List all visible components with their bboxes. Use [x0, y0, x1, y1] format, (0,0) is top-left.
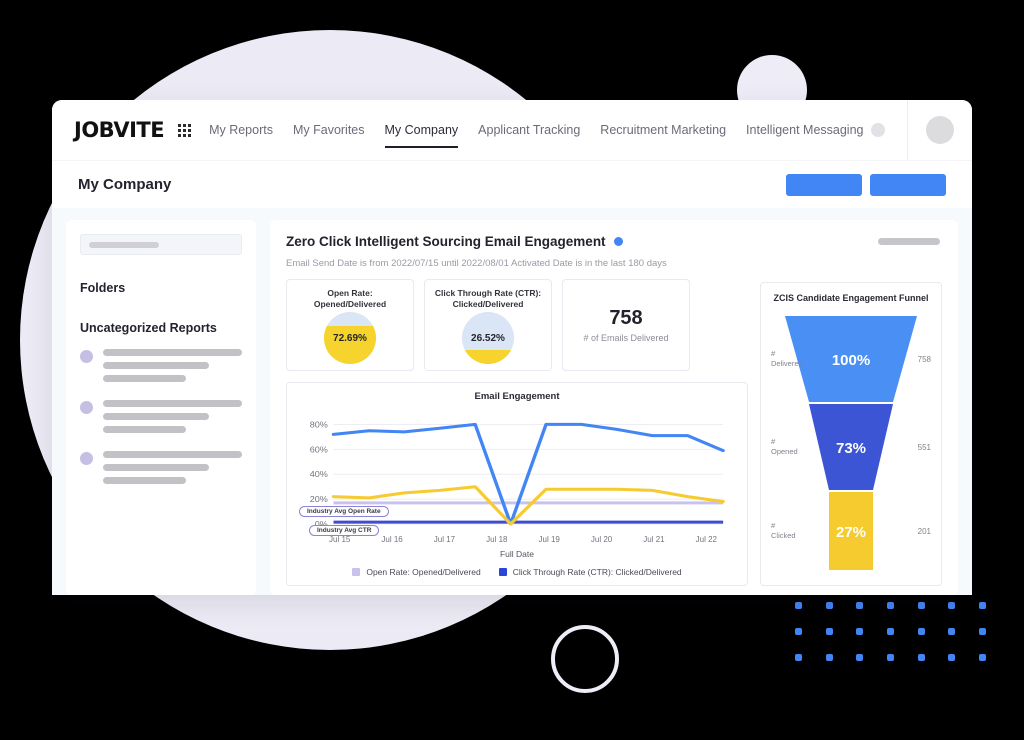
x-tick-label: Jul 17: [433, 535, 456, 544]
chart-legend: Open Rate: Opened/Delivered Click Throug…: [295, 567, 739, 577]
emails-delivered-value: 758: [609, 307, 643, 329]
x-tick-label: Jul 19: [538, 535, 560, 544]
primary-action-button-2[interactable]: [870, 173, 946, 196]
nav-item-recruitment-marketing[interactable]: Recruitment Marketing: [600, 100, 726, 160]
jobvite-logo[interactable]: JOBVITE: [74, 118, 165, 142]
sidebar-heading-uncategorized: Uncategorized Reports: [80, 321, 217, 335]
funnel-chart-card: ZCIS Candidate Engagement Funnel 100% 73%…: [760, 282, 942, 586]
chart-x-axis-title: Full Date: [499, 549, 534, 559]
page-title: My Company: [78, 176, 172, 193]
reference-label-industry-avg-open-rate: Industry Avg Open Rate: [299, 505, 389, 517]
legend-label: Click Through Rate (CTR): Clicked/Delive…: [512, 567, 682, 577]
funnel-stage-count: 551: [917, 442, 931, 452]
legend-label: Open Rate: Opened/Delivered: [366, 567, 481, 577]
funnel-stage-label: # Delivered: [771, 348, 803, 368]
emails-delivered-label: # of Emails Delivered: [583, 333, 669, 343]
funnel-plot-area: 100% 73% 27% # Delivered 758 # Opened 551 # Click…: [769, 312, 933, 570]
screenshot-root: JOBVITE My Reports My Favorites My Compa…: [0, 0, 1024, 740]
app-window: JOBVITE My Reports My Favorites My Compa…: [52, 100, 972, 595]
sidebar-report-list: [80, 349, 242, 484]
notification-dot-icon[interactable]: [871, 123, 885, 137]
legend-item-ctr[interactable]: Click Through Rate (CTR): Clicked/Delive…: [498, 567, 682, 577]
svg-text:80%: 80%: [310, 420, 329, 429]
ctr-pie-chart: 26.52%: [462, 312, 514, 365]
kpi-card-ctr: Click Through Rate (CTR): Clicked/Deliver…: [424, 279, 552, 371]
list-item[interactable]: [80, 400, 242, 433]
bullet-icon: [80, 350, 93, 363]
svg-text:73%: 73%: [836, 440, 866, 457]
nav-divider: [907, 100, 908, 160]
search-placeholder-skeleton: [89, 241, 159, 248]
chart-plot-area: 0%20%40%60%80% Industry Avg Open Rate In…: [295, 406, 739, 537]
report-title-row: Zero Click Intelligent Sourcing Email En…: [286, 234, 942, 249]
open-rate-pie-chart: 72.69%: [324, 312, 376, 365]
ctr-value: 26.52%: [471, 332, 505, 344]
sidebar: Folders Uncategorized Reports: [66, 220, 256, 595]
legend-item-open-rate[interactable]: Open Rate: Opened/Delivered: [352, 567, 481, 577]
nav-item-my-reports[interactable]: My Reports: [209, 100, 273, 160]
search-input[interactable]: [80, 234, 242, 255]
nav-item-my-company[interactable]: My Company: [384, 100, 458, 160]
funnel-stage-label: # Opened: [771, 436, 798, 456]
kpi-card-emails-delivered: 758 # of Emails Delivered: [562, 279, 690, 371]
list-item-skeleton: [103, 349, 242, 382]
x-tick-label: Jul 22: [695, 535, 717, 544]
top-navigation-bar: JOBVITE My Reports My Favorites My Compa…: [52, 100, 972, 160]
primary-action-button-1[interactable]: [786, 173, 862, 196]
x-tick-label: Jul 15: [329, 535, 351, 544]
page-header-actions: [786, 173, 946, 196]
list-item[interactable]: [80, 451, 242, 484]
x-tick-label: Jul 21: [643, 535, 665, 544]
svg-text:20%: 20%: [310, 495, 329, 504]
report-title: Zero Click Intelligent Sourcing Email En…: [286, 234, 606, 249]
page-body: Folders Uncategorized Reports Zero Click…: [52, 208, 972, 595]
list-item-skeleton: [103, 451, 242, 484]
svg-text:60%: 60%: [310, 445, 329, 454]
nav-right-cluster: [871, 100, 972, 160]
svg-text:40%: 40%: [310, 470, 329, 479]
bullet-icon: [80, 452, 93, 465]
decorative-ring-circle: [551, 625, 619, 693]
x-tick-label: Jul 18: [486, 535, 508, 544]
kpi-caption: Open Rate: Opened/Delivered: [313, 288, 387, 309]
list-item[interactable]: [80, 349, 242, 382]
kpi-card-open-rate: Open Rate: Opened/Delivered 72.69%: [286, 279, 414, 371]
page-header: My Company: [52, 160, 972, 208]
report-panel: Zero Click Intelligent Sourcing Email En…: [270, 220, 958, 595]
bullet-icon: [80, 401, 93, 414]
funnel-stage-label: # Clicked: [771, 520, 796, 540]
open-rate-value: 72.69%: [333, 332, 367, 344]
x-tick-label: Jul 16: [381, 535, 403, 544]
status-dot-icon: [613, 237, 623, 246]
chart-x-tick-labels: Jul 15 Jul 16 Jul 17 Jul 18 Jul 19 Jul 20 Jul …: [295, 535, 739, 544]
legend-swatch-icon: [498, 568, 507, 576]
x-tick-label: Jul 20: [590, 535, 613, 544]
nav-item-my-favorites[interactable]: My Favorites: [293, 100, 365, 160]
nav-links: My Reports My Favorites My Company Appli…: [209, 100, 863, 160]
app-grid-icon[interactable]: [178, 123, 192, 137]
decorative-dot-grid: [783, 592, 998, 670]
email-engagement-chart-card: Email Engagement 0%20%40%60%80% Industry…: [286, 382, 748, 586]
legend-swatch-icon: [352, 568, 361, 576]
avatar[interactable]: [926, 116, 954, 144]
reference-label-industry-avg-ctr: Industry Avg CTR: [309, 525, 380, 537]
sidebar-heading-folders: Folders: [80, 281, 126, 295]
nav-item-intelligent-messaging[interactable]: Intelligent Messaging: [746, 100, 863, 160]
report-title-text: Zero Click Intelligent Sourcing Email En…: [286, 234, 606, 249]
funnel-stage-count: 758: [917, 354, 931, 364]
chart-title: Email Engagement: [474, 391, 560, 402]
svg-text:100%: 100%: [832, 352, 870, 369]
list-item-skeleton: [103, 400, 242, 433]
svg-text:27%: 27%: [836, 524, 866, 541]
funnel-stage-count: 201: [917, 526, 931, 536]
funnel-title: ZCIS Candidate Engagement Funnel: [773, 293, 929, 303]
report-filter-summary: Email Send Date is from 2022/07/15 until…: [286, 258, 667, 269]
kpi-caption: Click Through Rate (CTR): Clicked/Deliver…: [434, 288, 542, 309]
report-toolbar-skeleton[interactable]: [878, 238, 940, 245]
nav-item-applicant-tracking[interactable]: Applicant Tracking: [478, 100, 580, 160]
